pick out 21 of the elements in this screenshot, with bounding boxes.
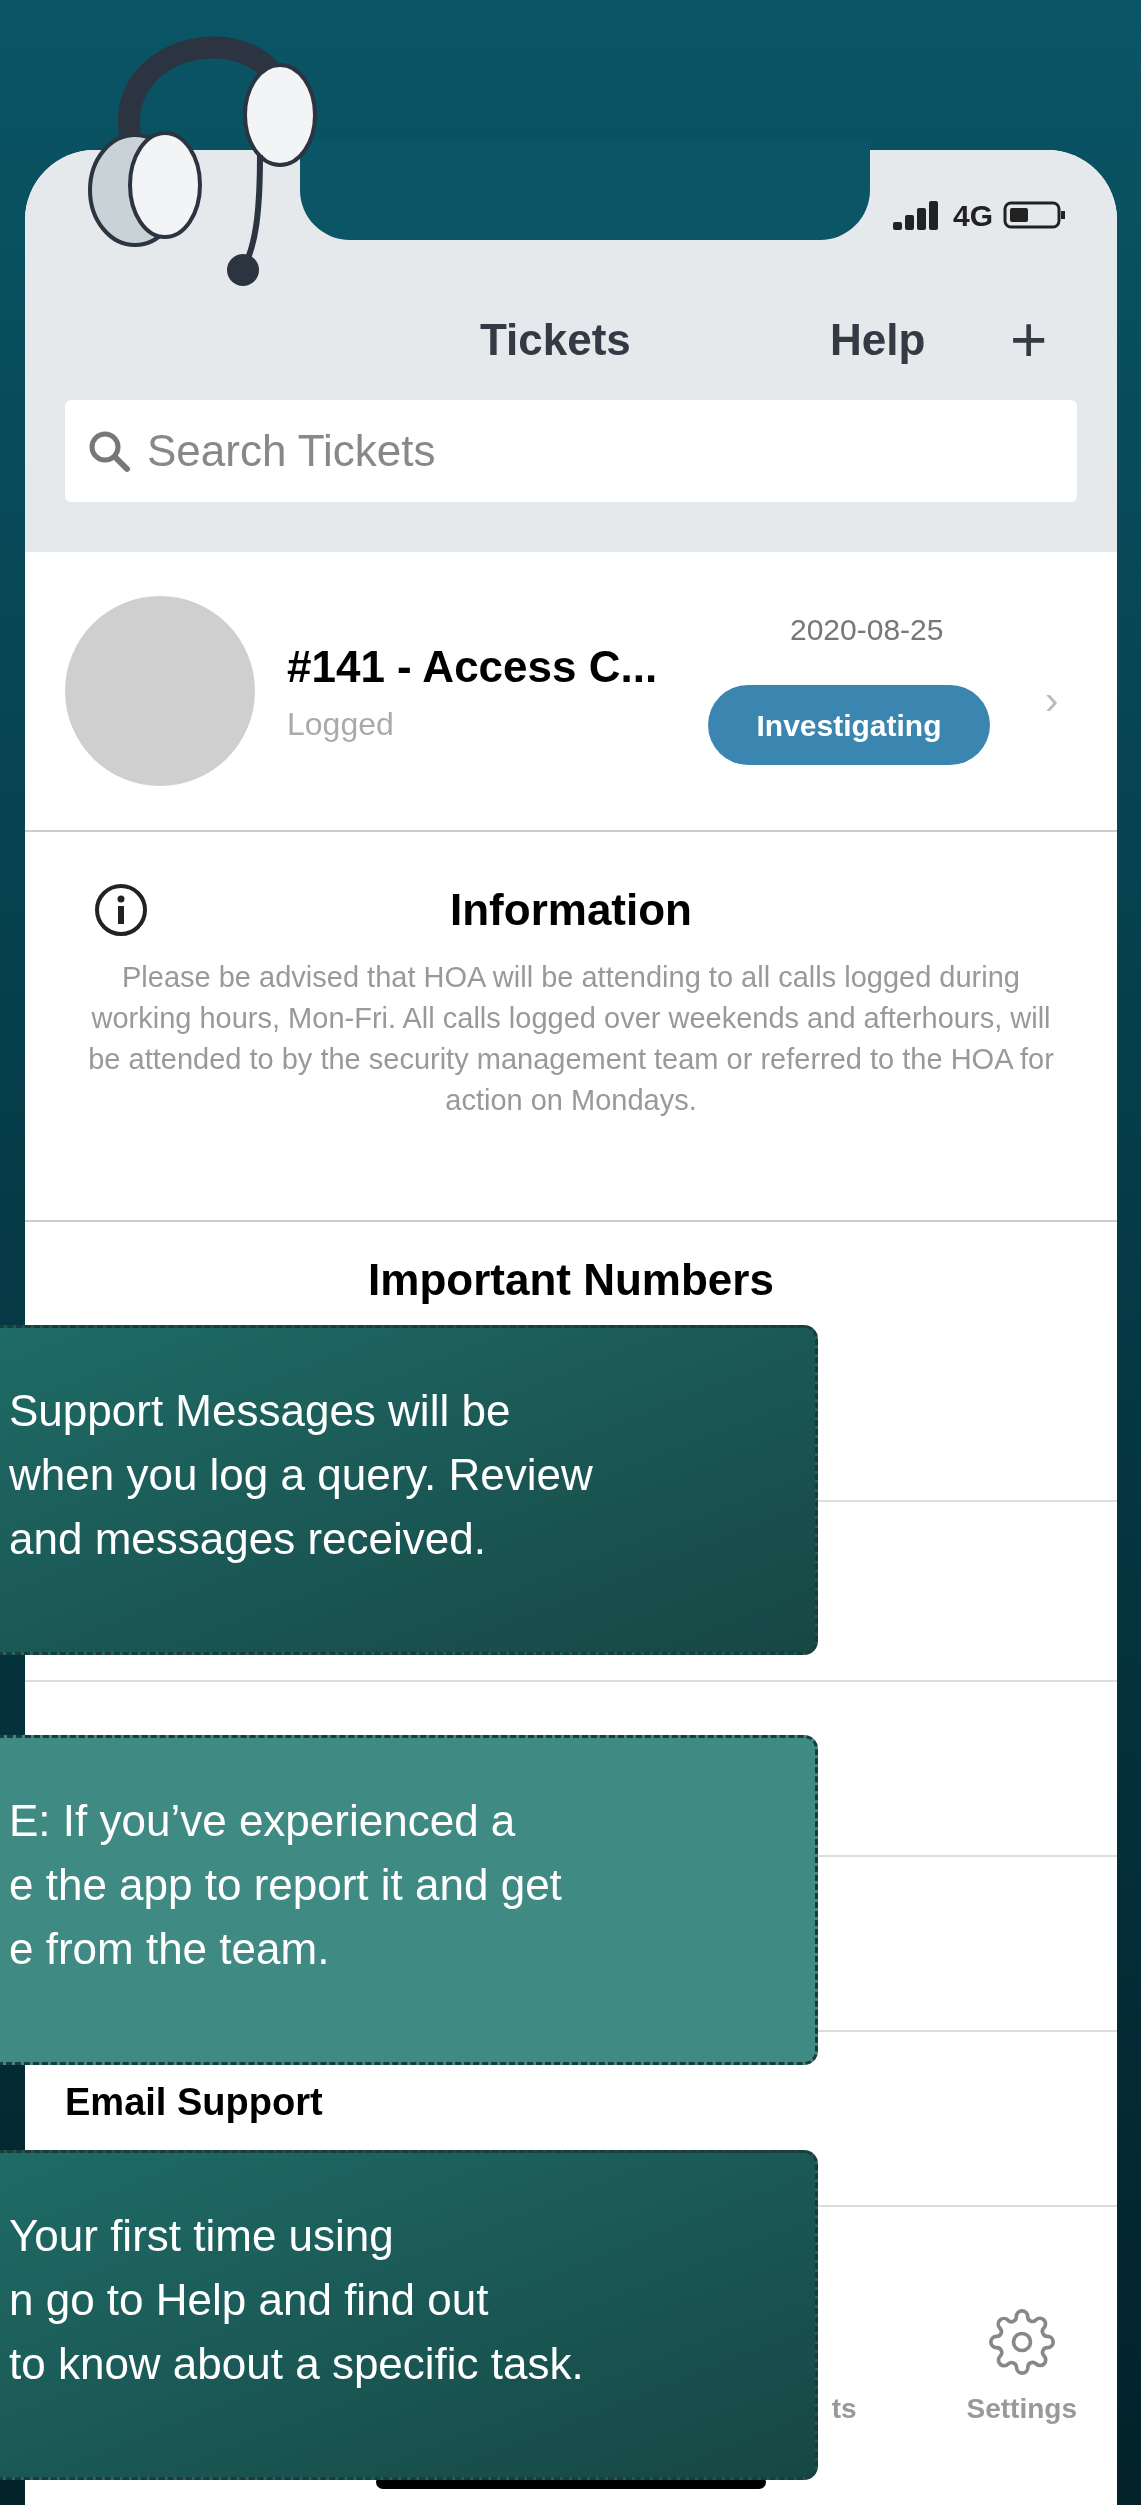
nav-title: Tickets [480,314,631,366]
contact-title: Email Support [65,2080,323,2125]
help-button[interactable]: Help [830,307,926,373]
ticket-title: #141 - Access C... [287,641,658,693]
information-title: Information [450,884,692,936]
ticket-date: 2020-08-25 [790,612,944,648]
tip-text: Support Messages will be when you log a query. Review and messages received. [8,1385,593,1565]
settings-icon [987,2308,1056,2376]
ticket-subtitle: Logged [287,705,395,744]
add-button[interactable]: + [1010,308,1048,372]
network-label: 4G [952,197,993,234]
information-text: Please be advised that HOA will be attending to all calls logged during working hours, Mon-Fri. All calls logged over weekends and afterhours, will be attended to by the security management team or referred to the HOA for action on Mondays. [87,960,1055,1118]
search-field[interactable]: Search Tickets [65,400,1077,502]
tip-text: Your first time using n go to Help and find out to know about a specific task. [8,2210,584,2390]
section-title: Important Numbers [368,1254,774,1306]
status-badge: Investigating [708,685,990,765]
battery-icon [1003,200,1067,230]
info-icon [93,882,149,938]
tip-text: E: If you’ve experienced a e the app to report it and get e from the team. [8,1795,562,1975]
chevron-icon: › [1045,670,1059,730]
search-icon [87,429,131,473]
